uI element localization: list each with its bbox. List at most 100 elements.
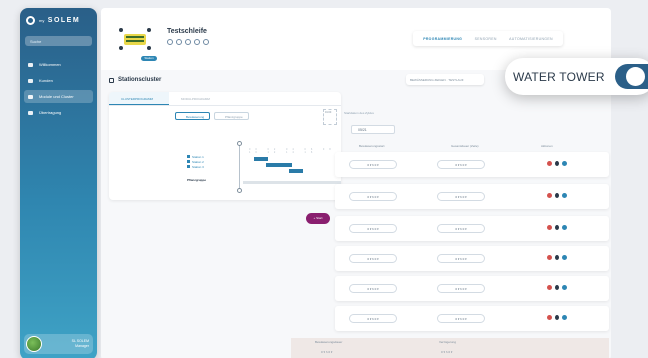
legend-item[interactable]: Station 3 <box>187 165 206 170</box>
water-tower-toggle[interactable] <box>615 64 648 89</box>
alert-icon[interactable] <box>555 255 559 260</box>
toggle-pflanzgruppe[interactable]: Pflanzgruppe <box>214 112 249 120</box>
sidebar-item-uebertragung[interactable]: Übertragung <box>24 106 93 119</box>
logo-icon <box>26 16 35 25</box>
top-tabs: PROGRAMMIERUNG SENSOREN AUTOMATISIERUNGE… <box>413 31 563 46</box>
sidebar-item-willkommen[interactable]: Willkommen <box>24 58 93 71</box>
add-plant-group[interactable]: Pflanzgruppe <box>187 178 206 183</box>
start-time-field[interactable]: 0 ▾ h 0 ▾ <box>349 254 397 263</box>
bottom-right-field[interactable]: 0 ▾ h 0 ▾ <box>441 350 452 354</box>
add-start-button[interactable]: + Start <box>306 213 330 224</box>
start-date-caption: Startdatum des Zyklus <box>344 111 374 115</box>
schedule-row: 0 ▾ h 0 ▾ 0 ▾ h 0 ▾ <box>335 246 609 271</box>
schedule-row: 0 ▾ h 0 ▾ 0 ▾ h 0 ▾ <box>335 276 609 301</box>
row-actions <box>547 225 567 230</box>
row-actions <box>547 255 567 260</box>
start-time-field[interactable]: 0 ▾ h 0 ▾ <box>349 284 397 293</box>
start-time-field[interactable]: 0 ▾ h 0 ▾ <box>349 314 397 323</box>
app-logo[interactable]: my SOLEM <box>26 16 80 25</box>
gantt-bar[interactable] <box>266 163 292 167</box>
cursor-handle-bottom[interactable] <box>237 188 242 193</box>
duration-field[interactable]: 0 ▾ h 0 ▾ <box>437 254 485 263</box>
schedule-headers: Bewässerungsstart Gesamtdauer (Zeile) Ak… <box>359 144 553 148</box>
view-icon[interactable] <box>562 285 567 290</box>
view-icon[interactable] <box>562 225 567 230</box>
alert-icon[interactable] <box>555 225 559 230</box>
station-image <box>119 28 151 50</box>
view-icon[interactable] <box>562 255 567 260</box>
module-icon <box>28 94 33 99</box>
bottom-settings: Bewässerungsdauer Verzögerung 0 ▾ h 0 ▾ … <box>291 338 609 358</box>
delete-icon[interactable] <box>547 161 552 166</box>
toggle-bewaesserung[interactable]: Bewässerung <box>175 112 210 120</box>
tab-clusterprogramm[interactable]: CLUSTERPROGRAMM <box>109 92 169 105</box>
alert-icon[interactable] <box>555 193 559 198</box>
water-tower-widget: WATER TOWER <box>505 58 648 95</box>
view-toggle: Bewässerung Pflanzgruppe <box>175 112 249 120</box>
alert-icon[interactable] <box>555 285 559 290</box>
start-time-field[interactable]: 0 ▾ h 0 ▾ <box>349 224 397 233</box>
tab-programmierung[interactable]: PROGRAMMIERUNG <box>423 37 462 41</box>
settings-icon[interactable] <box>194 39 200 45</box>
duration-field[interactable]: 0 ▾ h 0 ▾ <box>437 284 485 293</box>
section-controls[interactable]: BEWÄSSERUNG ZEIGEN · TESTLAUF <box>406 74 484 85</box>
add-icon[interactable] <box>203 39 209 45</box>
duration-field[interactable]: 0 ▾ h 0 ▾ <box>437 224 485 233</box>
edit-icon[interactable] <box>167 39 173 45</box>
schedule-row: 0 ▾ h 0 ▾ 0 ▾ h 0 ▾ <box>335 152 609 177</box>
section-title: Stationscluster <box>109 77 161 83</box>
start-time-box[interactable]: 01:00 <box>323 109 337 125</box>
cluster-tabs: CLUSTERPROGRAMM MODULPROGRAMM <box>109 92 341 106</box>
page-title: Testschleife <box>167 28 207 35</box>
schedule-row: 0 ▾ h 0 ▾ 0 ▾ h 0 ▾ <box>335 216 609 241</box>
tab-sensoren[interactable]: SENSOREN <box>475 37 497 41</box>
delete-icon[interactable] <box>547 193 552 198</box>
bottom-left-field[interactable]: 0 ▾ h 0 ▾ <box>321 350 332 354</box>
start-time-field[interactable]: 0 ▾ h 0 ▾ <box>349 160 397 169</box>
calendar-icon[interactable] <box>185 39 191 45</box>
gantt-scrollbar[interactable] <box>243 181 341 184</box>
duration-field[interactable]: 0 ▾ h 0 ▾ <box>437 192 485 201</box>
gantt-bar[interactable] <box>254 157 268 161</box>
transfer-icon <box>28 110 33 115</box>
gantt-bar[interactable] <box>289 169 303 173</box>
users-icon <box>28 78 33 83</box>
home-icon <box>28 62 33 67</box>
sidebar-item-module[interactable]: Module und Cluster <box>24 90 93 103</box>
copy-icon[interactable] <box>176 39 182 45</box>
view-icon[interactable] <box>562 315 567 320</box>
schedule-row: 0 ▾ h 0 ▾ 0 ▾ h 0 ▾ <box>335 184 609 209</box>
cluster-icon <box>109 77 114 83</box>
duration-field[interactable]: 0 ▾ h 0 ▾ <box>437 314 485 323</box>
row-actions <box>547 315 567 320</box>
alert-icon[interactable] <box>555 315 559 320</box>
row-actions <box>547 285 567 290</box>
gantt-legend: Station 1 Station 2 Station 3 Pflanzgrup… <box>187 155 206 183</box>
user-card[interactable]: SL SOLEM Manager <box>24 334 93 354</box>
tab-automatisierungen[interactable]: AUTOMATISIERUNGEN <box>509 37 553 41</box>
search-input[interactable]: Suche <box>25 36 92 46</box>
cursor-handle-top[interactable] <box>237 141 242 146</box>
bottom-right-label: Verzögerung <box>439 340 457 344</box>
time-cursor <box>239 145 240 189</box>
start-date-field[interactable]: 05/21 <box>351 125 395 134</box>
duration-field[interactable]: 0 ▾ h 0 ▾ <box>437 160 485 169</box>
view-icon[interactable] <box>562 161 567 166</box>
row-actions <box>547 161 567 166</box>
schedule-row: 0 ▾ h 0 ▾ 0 ▾ h 0 ▾ <box>335 306 609 331</box>
view-icon[interactable] <box>562 193 567 198</box>
delete-icon[interactable] <box>547 315 552 320</box>
delete-icon[interactable] <box>547 255 552 260</box>
title-actions <box>167 39 209 45</box>
sidebar-item-kunden[interactable]: Kunden <box>24 74 93 87</box>
row-actions <box>547 193 567 198</box>
station-badge: Station <box>141 56 157 61</box>
sidebar: my SOLEM Suche Willkommen Kunden Module … <box>20 8 97 358</box>
user-role: Manager <box>75 344 89 348</box>
toggle-knob <box>626 67 645 86</box>
delete-icon[interactable] <box>547 225 552 230</box>
alert-icon[interactable] <box>555 161 559 166</box>
tab-modulprogramm[interactable]: MODULPROGRAMM <box>169 92 229 105</box>
start-time-field[interactable]: 0 ▾ h 0 ▾ <box>349 192 397 201</box>
delete-icon[interactable] <box>547 285 552 290</box>
